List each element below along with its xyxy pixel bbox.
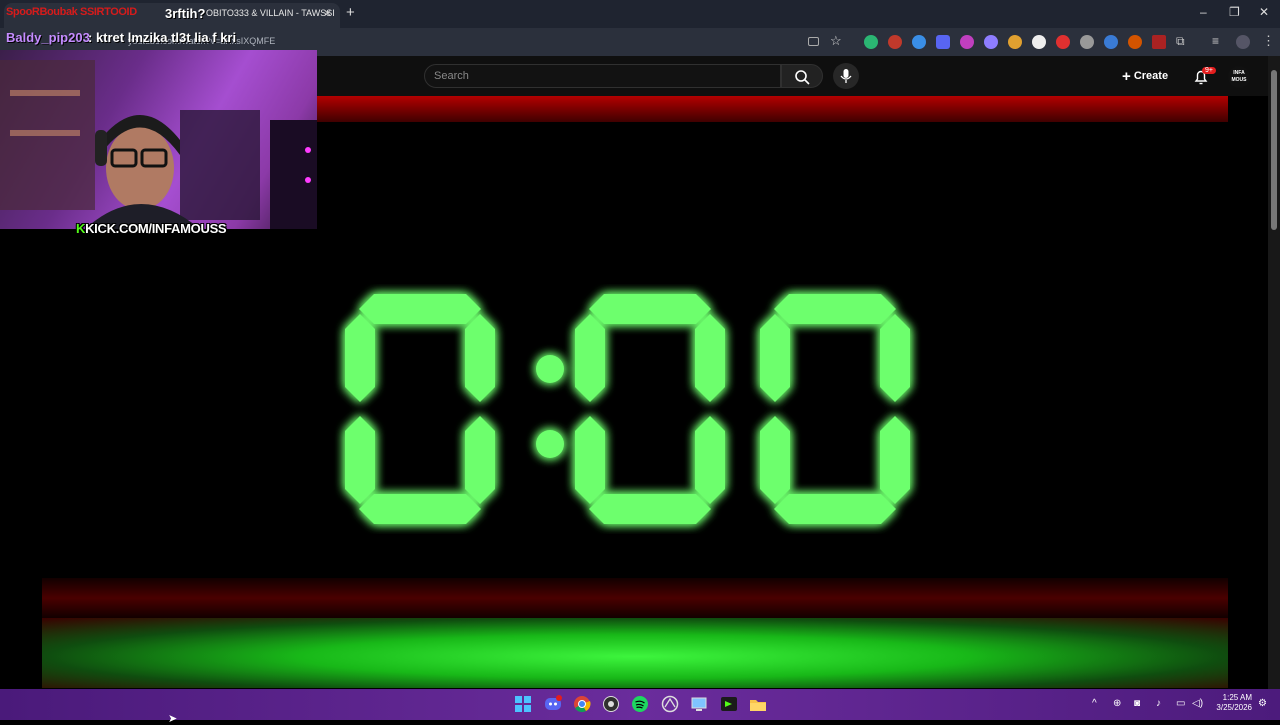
webcam-overlay — [0, 50, 317, 229]
app-icon[interactable] — [661, 695, 679, 713]
chat-username: Baldy_pip203 — [6, 30, 90, 45]
countdown-clock — [345, 294, 910, 524]
monitor-tray-icon[interactable]: ▭ — [1176, 698, 1185, 709]
extension-icon[interactable] — [1080, 35, 1094, 49]
microphone-tray-icon[interactable]: ♪ — [1156, 698, 1161, 709]
create-button[interactable]: + Create — [1122, 68, 1168, 85]
chat-prefix: SpooRBoubak SSIRTOOID — [6, 6, 137, 18]
clock-digit-segment — [774, 494, 896, 524]
clock-digit-segment — [465, 314, 495, 402]
clock-digit-segment — [760, 416, 790, 504]
video-red-band — [42, 578, 1228, 618]
clock-digit-segment — [575, 314, 605, 402]
clock-digit-segment — [880, 416, 910, 504]
extensions-puzzle-icon[interactable]: ⧉ — [1176, 34, 1185, 49]
tab-title[interactable]: OBITO333 & VILLAIN - TAWSSI — [206, 8, 335, 18]
extension-icon[interactable] — [864, 35, 878, 49]
screen-icon[interactable] — [690, 695, 708, 713]
system-clock[interactable]: 1:25 AM 3/25/2026 — [1212, 693, 1252, 713]
scrollbar-thumb[interactable] — [1271, 70, 1277, 230]
minimize-button[interactable]: – — [1200, 5, 1207, 19]
discord-tray-icon[interactable]: ◙ — [1134, 698, 1140, 709]
clock-digit-segment — [345, 314, 375, 402]
extension-icon[interactable] — [1152, 35, 1166, 49]
video-red-light — [316, 96, 1228, 122]
menu-dots-icon[interactable]: ⋮ — [1262, 33, 1275, 49]
search-button[interactable] — [781, 64, 823, 88]
mouse-cursor-icon: ➤ — [168, 713, 178, 725]
install-app-icon[interactable] — [808, 37, 819, 46]
search-box[interactable] — [424, 64, 781, 88]
kick-channel-label: KKICK.COM/INFAMOUSS — [76, 221, 227, 236]
clock-digit-segment — [359, 494, 481, 524]
extension-icon[interactable] — [984, 35, 998, 49]
bookmark-star-icon[interactable]: ☆ — [830, 33, 842, 49]
plus-icon: + — [1122, 68, 1131, 85]
chat-message: : ktret lmzika tl3t lia f kri — [88, 30, 237, 45]
discord-icon[interactable] — [544, 695, 562, 713]
volume-icon[interactable]: ◁) — [1192, 698, 1203, 709]
clock-digit-segment — [880, 314, 910, 402]
search-icon — [795, 70, 810, 85]
create-label: Create — [1133, 70, 1169, 82]
extension-icon[interactable] — [1008, 35, 1022, 49]
profile-icon[interactable] — [1236, 35, 1250, 49]
maximize-button[interactable]: ❐ — [1229, 5, 1240, 19]
close-window-button[interactable]: ✕ — [1259, 5, 1269, 19]
chrome-icon[interactable] — [573, 695, 591, 713]
clock-digit-segment — [345, 416, 375, 504]
notification-badge: 9+ — [1202, 67, 1216, 74]
kick-k-logo: K — [76, 221, 86, 236]
clock-colon-dot — [536, 355, 564, 383]
clock-digit-segment — [465, 416, 495, 504]
chat-message: 3rftih? — [165, 6, 206, 21]
search-input[interactable]: Search — [434, 70, 469, 82]
file-explorer-icon[interactable] — [749, 695, 767, 713]
system-time: 1:25 AM — [1222, 693, 1252, 702]
clock-digit-segment — [575, 416, 605, 504]
notification-center-icon[interactable]: ⚙ — [1258, 698, 1267, 709]
clock-digit-segment — [695, 314, 725, 402]
terminal-icon[interactable] — [720, 695, 738, 713]
kick-url: KICK.COM/INFAMOUSS — [85, 221, 227, 236]
media-controls-icon[interactable]: ≡ — [1212, 34, 1219, 48]
extension-icon[interactable] — [960, 35, 974, 49]
show-hidden-icons-icon[interactable]: ^ — [1092, 698, 1097, 709]
streamer-camera-feed — [0, 60, 317, 229]
extension-icon[interactable] — [1056, 35, 1070, 49]
network-icon[interactable]: ⊕ — [1113, 698, 1121, 709]
windows-start-icon[interactable] — [514, 695, 532, 713]
microphone-icon — [840, 69, 852, 83]
extension-icon[interactable] — [912, 35, 926, 49]
extension-icon[interactable] — [1128, 35, 1142, 49]
clock-digit-segment — [695, 416, 725, 504]
clock-colon-dot — [536, 430, 564, 458]
extension-icon[interactable] — [1032, 35, 1046, 49]
spotify-icon[interactable] — [631, 695, 649, 713]
system-date: 3/25/2026 — [1216, 703, 1252, 712]
clock-digit-segment — [760, 314, 790, 402]
new-tab-button[interactable]: + — [346, 4, 355, 21]
clock-digit-segment — [774, 294, 896, 324]
clock-digit-segment — [359, 294, 481, 324]
video-green-glow — [42, 618, 1228, 688]
extension-icon[interactable] — [1104, 35, 1118, 49]
extension-icon[interactable] — [888, 35, 902, 49]
video-edge — [1228, 96, 1268, 689]
extension-icon[interactable] — [936, 35, 950, 49]
avatar[interactable]: INFA MOUS — [1228, 66, 1250, 88]
clock-digit-segment — [589, 294, 711, 324]
voice-search-button[interactable] — [833, 63, 859, 89]
tab-close-icon[interactable]: × — [324, 6, 331, 20]
clock-digit-segment — [589, 494, 711, 524]
obs-icon[interactable] — [602, 695, 620, 713]
